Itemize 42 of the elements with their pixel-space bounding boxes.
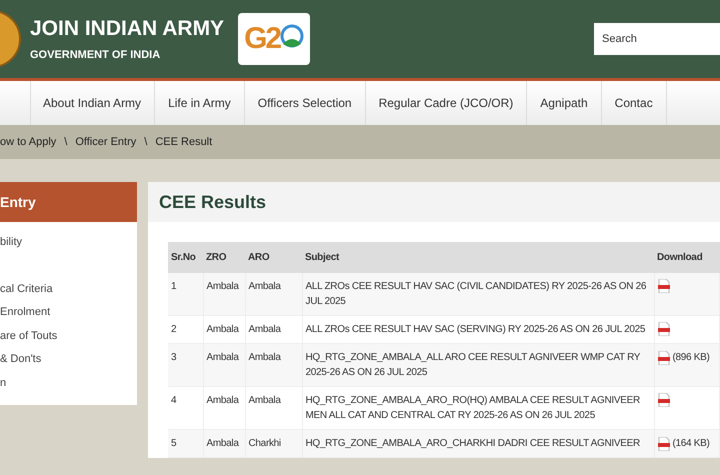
table-cell: Ambala: [245, 273, 302, 316]
sidebar-item[interactable]: n: [0, 376, 6, 389]
table-cell: Ambala: [203, 344, 245, 386]
table-cell: HQ_RTG_ZONE_AMBALA_ALL ARO CEE RESULT AGNIVEER WMP CAT RY 2025-26 AS ON 26 JUL 2025: [302, 344, 654, 386]
sidebar-item[interactable]: Enrolment: [0, 306, 50, 318]
column-header: ARO: [245, 242, 302, 273]
sidebar-item[interactable]: cal Criteria: [0, 282, 53, 295]
column-header: Sr.No: [168, 242, 203, 273]
file-size: (896 KB): [672, 351, 710, 365]
search-field[interactable]: Search: [594, 23, 720, 55]
breadcrumb-link[interactable]: Officer Entry: [75, 136, 136, 148]
table-cell: 5: [168, 430, 203, 458]
pdf-icon[interactable]: [658, 436, 670, 450]
logo-text: G2: [244, 22, 280, 56]
table-cell: 3: [168, 344, 203, 386]
table-cell: HQ_RTG_ZONE_AMBALA_ARO_CHARKHI DADRI CEE RESULT AGNIVEER: [302, 430, 654, 458]
column-header: Download: [654, 242, 720, 273]
pdf-icon[interactable]: [658, 279, 670, 293]
table-cell: 1: [168, 273, 203, 316]
sidebar-item[interactable]: are of Touts: [0, 330, 58, 342]
breadcrumb-link[interactable]: CEE Result: [155, 136, 212, 148]
breadcrumb-link[interactable]: ow to Apply: [0, 136, 56, 148]
pdf-icon[interactable]: [658, 322, 670, 336]
pdf-icon[interactable]: [658, 393, 670, 407]
pdf-icon[interactable]: [658, 350, 670, 364]
column-header: Subject: [302, 242, 654, 273]
sidebar-title: Entry: [0, 182, 137, 222]
breadcrumb-separator: \: [144, 136, 148, 148]
breadcrumb-separator: \: [64, 136, 68, 148]
site-title: JOIN INDIAN ARMY: [30, 17, 224, 41]
site-subtitle: GOVERNMENT OF INDIA: [30, 49, 162, 61]
file-size: (164 KB): [672, 437, 710, 451]
column-header: ZRO: [203, 242, 245, 273]
table-cell: ALL ZROs CEE RESULT HAV SAC (CIVIL CANDIDATES) RY 2025-26 AS ON 26 JUL 2025: [302, 273, 654, 316]
table-cell: Ambala: [245, 344, 302, 386]
sidebar-item[interactable]: & Don'ts: [0, 353, 42, 366]
table-cell: Charkhi: [245, 430, 302, 458]
sidebar-item[interactable]: bility: [0, 236, 22, 248]
table-cell: Ambala: [203, 273, 245, 316]
panel-title: CEE Results: [148, 182, 720, 222]
table-cell: Ambala: [203, 430, 245, 458]
emblem-icon: [0, 9, 22, 69]
